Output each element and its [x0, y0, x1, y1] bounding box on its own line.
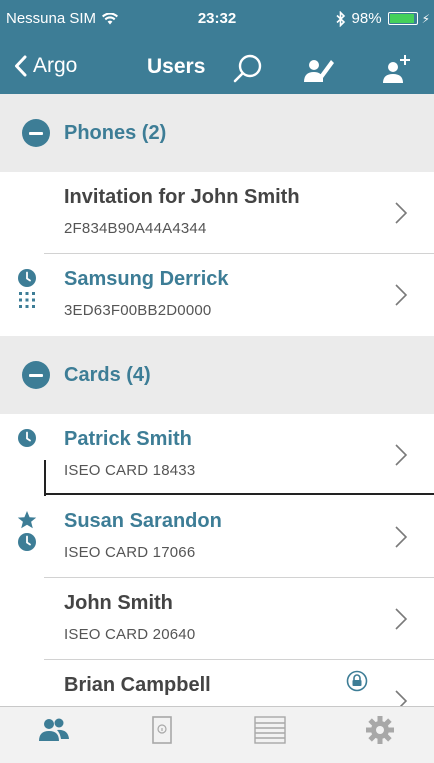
bluetooth-icon [335, 10, 345, 27]
item-name: John Smith [64, 592, 173, 614]
edit-user-icon[interactable] [300, 51, 336, 87]
list-item[interactable]: Samsung Derrick 3ED63F00BB2D0000 [0, 254, 434, 336]
status-bar: Nessuna SIM 23:32 98% ⚡ [0, 0, 434, 42]
list-item[interactable]: John Smith ISEO CARD 20640 [0, 578, 434, 660]
section-header-cards: Cards (4) [0, 336, 434, 414]
chevron-right-icon [395, 284, 408, 306]
users-list[interactable]: Phones (2) Invitation for John Smith 2F8… [0, 94, 434, 706]
list-icon [254, 716, 286, 744]
clock-icon [18, 269, 36, 287]
section-title: Cards (4) [64, 363, 151, 386]
list-item[interactable]: Susan Sarandon ISEO CARD 17066 [0, 496, 434, 578]
chevron-right-icon [395, 690, 408, 706]
item-subtitle: ISEO CARD 20640 [64, 626, 196, 643]
item-name: Invitation for John Smith [64, 186, 300, 208]
item-subtitle: 3ED63F00BB2D0000 [64, 302, 212, 319]
chevron-right-icon [395, 444, 408, 466]
item-name: Brian Campbell [64, 674, 211, 696]
battery-fill [389, 14, 415, 23]
section-title: Phones (2) [64, 121, 167, 144]
collapse-phones-button[interactable] [22, 119, 50, 147]
tab-doors[interactable] [108, 707, 216, 763]
add-user-icon[interactable] [378, 51, 414, 87]
chevron-right-icon [395, 202, 408, 224]
page-title: Users [147, 55, 206, 78]
chevron-left-icon [15, 55, 27, 77]
callout-line [44, 460, 46, 496]
list-item[interactable]: Patrick Smith ISEO CARD 18433 [0, 414, 434, 496]
back-button[interactable]: Argo [14, 54, 77, 78]
item-name: Susan Sarandon [64, 510, 222, 532]
item-subtitle: ISEO CARD 17066 [64, 544, 196, 561]
clock-icon [18, 429, 36, 447]
search-icon[interactable] [230, 51, 266, 87]
callout-line [44, 493, 434, 495]
list-item[interactable]: Invitation for John Smith 2F834B90A44A43… [0, 172, 434, 254]
clock-icon [18, 533, 36, 551]
users-icon [39, 718, 69, 741]
door-icon [152, 716, 172, 744]
nav-bar: Argo Users [0, 42, 434, 94]
row-status-icons [15, 510, 39, 552]
section-header-phones: Phones (2) [0, 94, 434, 172]
battery-percent: 98% [351, 10, 382, 27]
tab-users[interactable] [0, 707, 108, 763]
back-label: Argo [33, 54, 78, 77]
gear-icon [366, 716, 394, 744]
chevron-right-icon [395, 608, 408, 630]
star-icon [17, 511, 37, 529]
row-status-icons [15, 428, 39, 448]
collapse-cards-button[interactable] [22, 361, 50, 389]
status-right-group: 98% ⚡ [335, 10, 430, 27]
keypad-icon [19, 292, 35, 308]
item-name: Patrick Smith [64, 428, 192, 450]
list-item[interactable]: Brian Campbell [0, 660, 434, 706]
lock-icon [346, 670, 368, 692]
row-status-icons [15, 268, 39, 310]
battery-icon [387, 12, 418, 25]
item-subtitle: ISEO CARD 18433 [64, 462, 196, 479]
tab-events[interactable] [216, 707, 324, 763]
item-subtitle: 2F834B90A44A4344 [64, 220, 207, 237]
chevron-right-icon [395, 526, 408, 548]
item-name: Samsung Derrick [64, 268, 229, 290]
charging-icon: ⚡ [421, 11, 430, 26]
tab-bar [0, 706, 434, 763]
tab-settings[interactable] [326, 707, 434, 763]
